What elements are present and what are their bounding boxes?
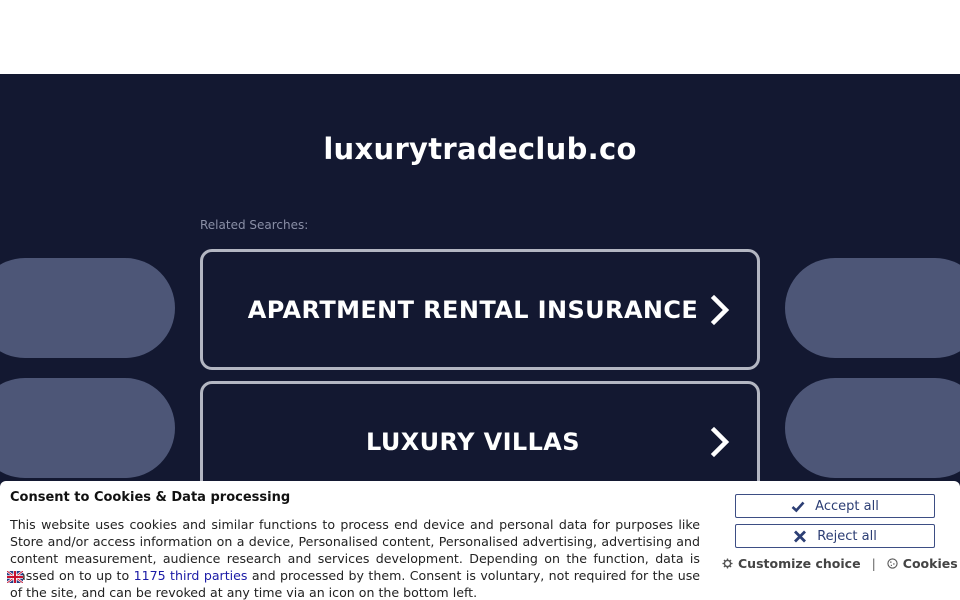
x-icon <box>794 530 807 542</box>
uk-flag-icon[interactable] <box>7 571 23 583</box>
gear-icon <box>722 558 733 569</box>
consent-title: Consent to Cookies & Data processing <box>10 490 291 505</box>
chevron-right-icon <box>710 294 730 325</box>
related-searches-label: Related Searches: <box>200 218 309 232</box>
reject-all-label: Reject all <box>817 528 877 544</box>
reject-all-button[interactable]: Reject all <box>735 524 935 548</box>
top-blank-area <box>0 0 960 74</box>
search-link-label: APARTMENT RENTAL INSURANCE <box>247 295 699 324</box>
search-link-apartment-rental-insurance[interactable]: APARTMENT RENTAL INSURANCE <box>200 249 760 370</box>
check-icon <box>791 501 805 512</box>
cookies-label: Cookies <box>902 556 958 571</box>
consent-secondary-links: Customize choice | Cookies <box>722 556 958 571</box>
decorative-pill <box>0 258 175 358</box>
customize-choice-label: Customize choice <box>738 556 861 571</box>
decorative-pill <box>785 258 960 358</box>
search-link-label: LUXURY VILLAS <box>366 427 580 456</box>
accept-all-button[interactable]: Accept all <box>735 494 935 518</box>
cookie-icon <box>887 558 898 569</box>
chevron-right-icon <box>710 426 730 457</box>
domain-title: luxurytradeclub.co <box>323 132 637 166</box>
cookie-consent-banner: Consent to Cookies & Data processing Thi… <box>0 481 960 600</box>
accept-all-label: Accept all <box>815 498 879 514</box>
consent-text: This website uses cookies and similar fu… <box>10 516 700 600</box>
link-separator: | <box>871 556 876 571</box>
third-parties-link[interactable]: 1175 third parties <box>134 568 248 583</box>
decorative-pill <box>785 378 960 478</box>
customize-choice-link[interactable]: Customize choice <box>722 556 861 571</box>
cookies-link[interactable]: Cookies <box>887 556 958 571</box>
decorative-pill <box>0 378 175 478</box>
